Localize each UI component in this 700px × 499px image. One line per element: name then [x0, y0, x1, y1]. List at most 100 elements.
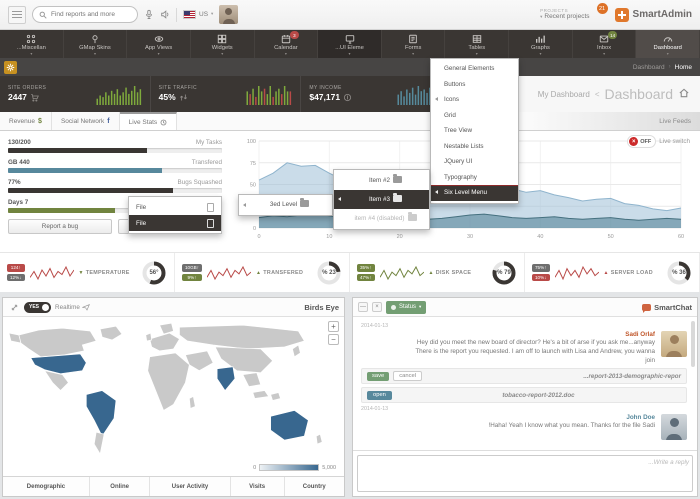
chevron-down-icon: ▾ [412, 52, 414, 55]
nav-item-app-views[interactable]: App Views▾ [127, 30, 191, 58]
menu-item[interactable]: Icons [431, 92, 518, 108]
language-label: US [199, 11, 208, 18]
column-header[interactable]: Online [90, 477, 150, 496]
world-map[interactable]: + − 0 5,000 [3, 317, 344, 476]
kpi-label: DISK SPACE [436, 270, 472, 276]
realtime-label-group: Realtime [55, 303, 90, 311]
attachment-filename[interactable]: tobacco-report-2012.doc [502, 392, 574, 399]
search-input[interactable] [51, 11, 131, 18]
trend-arrow-icon: ▲ [429, 270, 434, 276]
legend-min: 0 [253, 465, 256, 471]
language-selector[interactable]: US ▾ [183, 10, 213, 19]
progress-label: My Tasks [196, 139, 222, 146]
panel-header: YES Realtime Birds Eye [3, 298, 344, 317]
tab-revenue[interactable]: Revenue $ [0, 112, 52, 130]
nav-item-miscellaneous[interactable]: ...Miscellan▾ [0, 30, 64, 58]
header-right: PROJECTS ▾Recent projects 21 SmartAdmin [540, 8, 692, 22]
report-bug-button[interactable]: Report a bug [8, 219, 112, 234]
menu-item[interactable]: JQuery UI [431, 154, 518, 170]
submenu-item[interactable]: 3ed Level [239, 195, 332, 215]
tab-live-stats[interactable]: Live Stats [120, 112, 178, 130]
kpi-badge: 124↑ [7, 264, 25, 271]
menu-item[interactable]: General Elements [431, 61, 518, 77]
kpi-badge: 10%↓ [532, 274, 550, 281]
map-zoom-controls: + − [328, 321, 339, 345]
menu-toggle-button[interactable] [8, 6, 26, 24]
nav-item-label: GMap Skins [79, 45, 111, 51]
menu-item[interactable]: Buttons [431, 77, 518, 93]
speaker-icon[interactable] [160, 9, 170, 20]
submenu-item[interactable]: Item #2 [334, 171, 429, 190]
attachment-filename[interactable]: ...report-2013-demographic-repor [583, 373, 681, 380]
zoom-in-button[interactable]: + [328, 321, 339, 332]
stat-value: $47,171 [309, 92, 340, 103]
submenu-arrow-icon [435, 97, 438, 101]
zoom-out-button[interactable]: − [328, 334, 339, 345]
progress-value: 130/200 [8, 139, 31, 146]
menu-item[interactable]: Tree View [431, 123, 518, 139]
context-menu-item[interactable]: File [129, 199, 221, 215]
nav-item-graphs[interactable]: Graphs▾ [509, 30, 573, 58]
column-header[interactable]: User Activity [150, 477, 230, 496]
submenu-item-active[interactable]: Item #3 [334, 190, 429, 209]
context-menu-item-active[interactable]: File [129, 215, 221, 231]
nav-item-inbox[interactable]: 14 Inbox▾ [573, 30, 637, 58]
reply-input[interactable] [357, 455, 693, 492]
nav-item-forms[interactable]: Forms▾ [382, 30, 446, 58]
attachment-row: save cancel ...report-2013-demographic-r… [361, 368, 687, 384]
menu-item[interactable]: Typography [431, 170, 518, 186]
nav-item-tables[interactable]: Tables▾ [445, 30, 509, 58]
cancel-button[interactable]: cancel [393, 371, 422, 381]
kpi-sparkline [30, 265, 74, 281]
nav-item-ui-elements[interactable]: ...UI Eleme▾ [318, 30, 382, 58]
avatar-sadi [661, 331, 687, 357]
nav-item-label: ...UI Eleme [335, 45, 364, 51]
svg-text:50: 50 [250, 183, 256, 189]
tab-social-network[interactable]: Social Network f [52, 112, 120, 130]
live-feeds-label: Live Feeds [659, 118, 691, 125]
progress-row: GB 440Transfered [8, 159, 222, 173]
kpi-badge: 12%↓ [7, 274, 25, 281]
live-switch-toggle[interactable]: ×OFF Live switch [627, 135, 690, 148]
traffic-arrows-icon [179, 93, 188, 102]
chat-message: Sadi Orlaf Hey did you meet the new boar… [361, 331, 687, 365]
nav-item-dashboard[interactable]: Dashboard▾ [636, 30, 700, 58]
svg-text:75: 75 [250, 161, 256, 167]
svg-text:0: 0 [253, 226, 256, 232]
sender-name[interactable]: Sadi Orlaf [405, 331, 655, 338]
close-button[interactable]: × [372, 302, 382, 312]
menu-item[interactable]: Nestable Lists [431, 139, 518, 155]
breadcrumb-parent[interactable]: Dashboard [633, 64, 665, 71]
user-avatar[interactable] [219, 5, 238, 24]
global-search [32, 6, 138, 23]
menu-item-six-level[interactable]: Six Level Menu [431, 185, 518, 201]
minimize-button[interactable]: — [358, 302, 368, 312]
status-dropdown[interactable]: Status ▾ [386, 301, 426, 314]
nav-item-widgets[interactable]: Widgets▾ [191, 30, 255, 58]
toggle-label: YES [29, 304, 39, 310]
open-button[interactable]: open [367, 391, 392, 400]
column-header[interactable]: Country [285, 477, 344, 496]
nav-item-gmap-skins[interactable]: GMap Skins▾ [64, 30, 128, 58]
chat-scrollbar[interactable] [691, 321, 695, 367]
chevron-down-icon: ▾ [221, 52, 223, 55]
toggle-knob [42, 304, 49, 311]
realtime-toggle[interactable]: YES [24, 302, 51, 313]
smartadmin-dashboard: US ▾ PROJECTS ▾Recent projects 21 SmartA… [0, 0, 700, 499]
microphone-icon[interactable] [144, 9, 154, 20]
progress-value: Days 7 [8, 199, 28, 206]
sender-name[interactable]: John Doe [488, 414, 655, 421]
progress-row: 77%Bugs Squashed [8, 179, 222, 193]
menu-item[interactable]: Grid [431, 108, 518, 124]
chevron-down-icon: ▾ [419, 305, 421, 310]
ribbon-settings-button[interactable] [4, 61, 17, 74]
notification-badge[interactable]: 21 [597, 3, 608, 14]
save-button[interactable]: save [367, 372, 389, 381]
breadcrumb-current: Home [675, 64, 692, 71]
column-header[interactable]: Visits [231, 477, 285, 496]
column-header[interactable]: Demographic [3, 477, 90, 496]
nav-item-calendar[interactable]: 3 Calendar▾ [255, 30, 319, 58]
nav-item-label: Inbox [597, 45, 611, 51]
recent-projects-dropdown[interactable]: PROJECTS ▾Recent projects [540, 8, 589, 22]
expand-button[interactable] [8, 301, 20, 313]
